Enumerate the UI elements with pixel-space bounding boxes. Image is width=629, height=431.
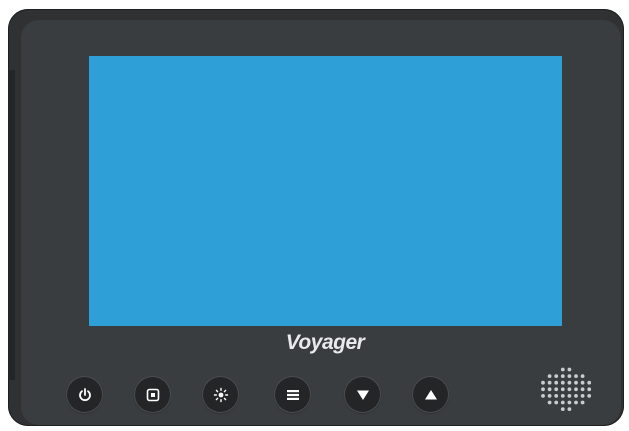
speaker-hole xyxy=(560,400,565,405)
speaker-hole xyxy=(567,387,572,392)
power-button[interactable] xyxy=(67,377,102,412)
square-dot-icon xyxy=(146,388,159,401)
triangle-up-icon xyxy=(424,389,437,399)
speaker-hole xyxy=(574,400,578,405)
speaker-hole xyxy=(574,380,578,385)
speaker-grille xyxy=(541,367,592,411)
speaker-hole xyxy=(547,387,552,392)
brand-logo: Voyager xyxy=(285,331,365,354)
speaker-hole xyxy=(574,374,578,378)
source-button[interactable] xyxy=(135,377,170,412)
speaker-hole xyxy=(587,394,592,398)
speaker-hole xyxy=(541,380,545,385)
speaker-hole xyxy=(567,367,572,372)
monitor-side-edge xyxy=(8,70,15,380)
speaker-hole xyxy=(541,394,545,398)
speaker-hole xyxy=(580,387,585,392)
speaker-hole xyxy=(547,400,552,405)
speaker-hole xyxy=(580,374,585,378)
display-screen[interactable] xyxy=(89,56,562,326)
speaker-hole xyxy=(567,394,572,398)
speaker-hole xyxy=(587,387,592,392)
speaker-hole xyxy=(554,374,559,378)
speaker-hole xyxy=(567,374,572,378)
speaker-hole xyxy=(541,387,545,392)
speaker-hole xyxy=(547,394,552,398)
speaker-hole xyxy=(560,380,565,385)
speaker-hole xyxy=(567,400,572,405)
speaker-hole xyxy=(560,387,565,392)
speaker-hole xyxy=(560,407,565,411)
speaker-hole xyxy=(587,380,592,385)
speaker-hole xyxy=(554,394,559,398)
sun-icon xyxy=(213,387,228,402)
speaker-hole xyxy=(580,380,585,385)
speaker-hole xyxy=(554,400,559,405)
speaker-hole xyxy=(560,394,565,398)
speaker-hole xyxy=(554,380,559,385)
speaker-hole xyxy=(580,394,585,398)
brightness-button[interactable] xyxy=(203,377,238,412)
speaker-hole xyxy=(580,400,585,405)
speaker-hole xyxy=(567,407,572,411)
triangle-down-icon xyxy=(356,390,369,400)
power-icon xyxy=(78,387,91,401)
speaker-hole xyxy=(547,380,552,385)
speaker-hole xyxy=(554,387,559,392)
speaker-hole xyxy=(547,374,552,378)
menu-button[interactable] xyxy=(275,377,310,412)
speaker-hole xyxy=(560,374,565,378)
down-button[interactable] xyxy=(345,377,380,412)
speaker-hole xyxy=(560,367,565,372)
speaker-hole xyxy=(567,380,572,385)
menu-icon xyxy=(286,389,299,400)
speaker-hole xyxy=(574,387,578,392)
up-button[interactable] xyxy=(413,377,448,412)
speaker-hole xyxy=(574,394,578,398)
